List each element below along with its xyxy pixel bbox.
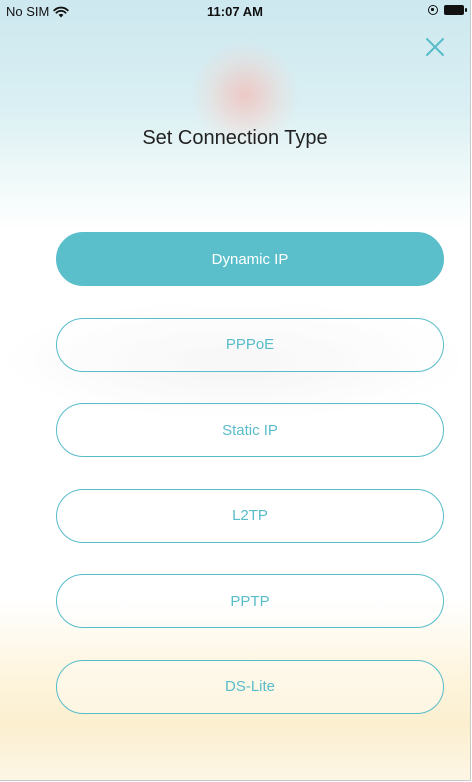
- option-dynamic-ip[interactable]: Dynamic IP: [56, 232, 444, 286]
- option-label: Static IP: [222, 421, 278, 439]
- option-pptp[interactable]: PPTP: [56, 574, 444, 628]
- page-title: Set Connection Type: [142, 127, 328, 149]
- option-label: DS-Lite: [224, 678, 276, 695]
- option-label: PPTP: [230, 592, 270, 610]
- status-right-group: [428, 5, 467, 15]
- close-button[interactable]: [422, 34, 448, 60]
- option-l2tp[interactable]: L2TP: [56, 488, 444, 543]
- status-bar: No SIM 11:07 AM: [0, 0, 470, 28]
- battery-icon: [444, 5, 467, 15]
- option-label: Dynamic IP: [211, 250, 289, 268]
- app-screen: No SIM 11:07 AM Set Connection Type Dyna…: [0, 0, 471, 781]
- option-static-ip[interactable]: Static IP: [56, 403, 444, 457]
- status-time: 11:07 AM: [207, 4, 263, 19]
- connection-type-list: Dynamic IP PPPoE Static IP L2TP PPTP DS-…: [56, 232, 444, 745]
- close-icon: [426, 38, 444, 56]
- option-label: PPPoE: [225, 336, 275, 353]
- option-ds-lite[interactable]: DS-Lite: [56, 659, 444, 714]
- orientation-lock-icon: [428, 5, 438, 15]
- option-label: L2TP: [232, 507, 268, 524]
- option-pppoe[interactable]: PPPoE: [56, 317, 444, 372]
